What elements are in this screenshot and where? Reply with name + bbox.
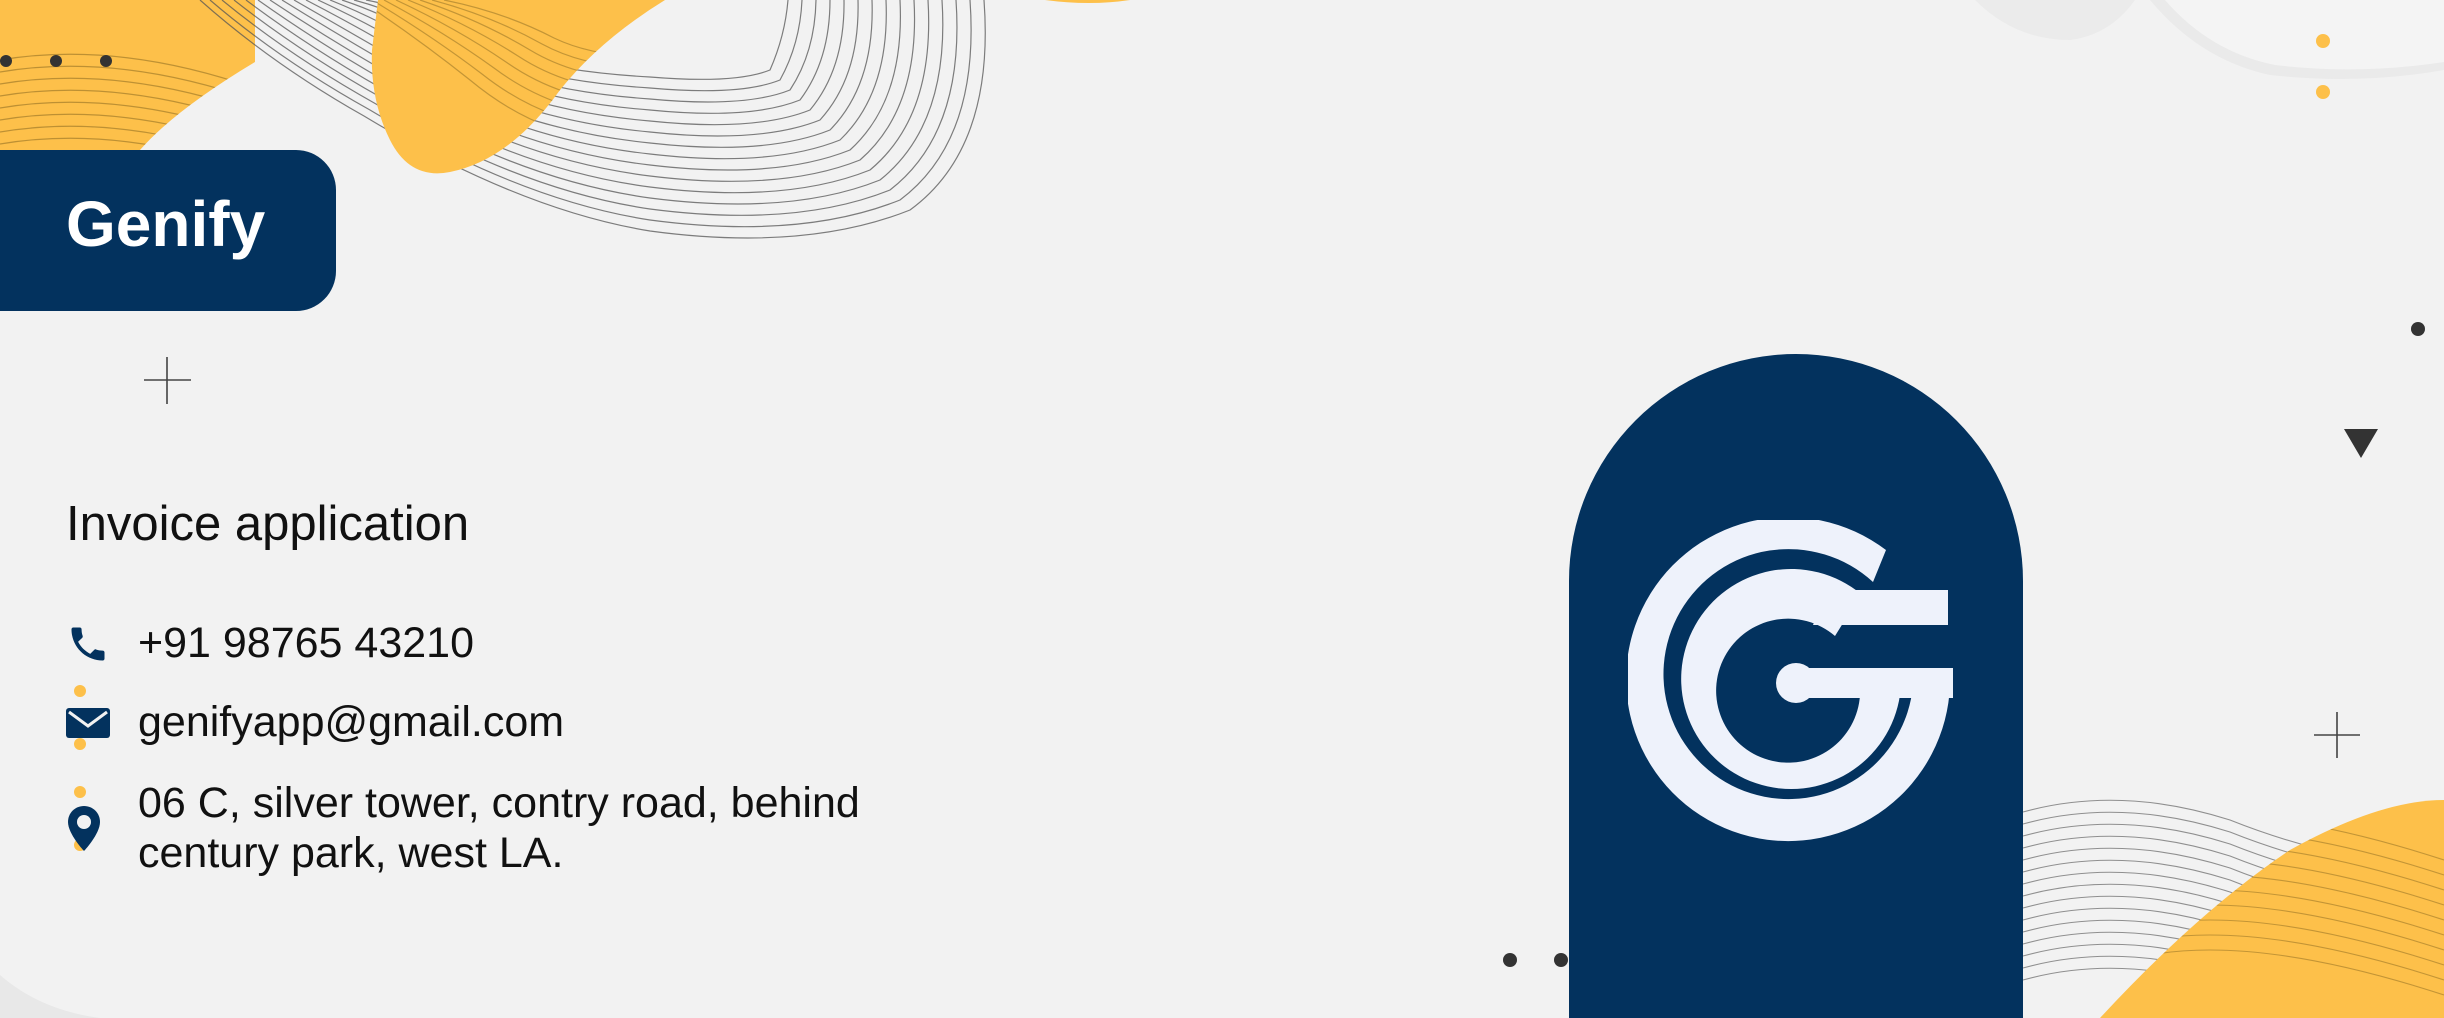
envelope-icon [66, 708, 110, 738]
plus-mark-left [144, 357, 191, 404]
phone-number: +91 98765 43210 [138, 619, 474, 667]
top-yellow-sliver [1045, 0, 1130, 3]
right-dot [2411, 322, 2425, 336]
bottom-left-soft-shape [0, 975, 100, 1018]
bottom-dots [1503, 953, 1568, 967]
page-subtitle: Invoice application [66, 497, 470, 551]
phone-icon [71, 627, 105, 661]
top-middle-yellow-blob [371, 0, 665, 174]
email-address: genifyapp@gmail.com [138, 698, 565, 746]
top-left-yellow-blob [0, 0, 255, 150]
brand-name: Genify [66, 188, 266, 260]
bottom-right-yellow-blob [2100, 800, 2444, 1018]
map-pin-icon [68, 806, 100, 851]
plus-mark-right [2314, 712, 2360, 758]
address-line-2: century park, west LA. [138, 829, 564, 877]
triangle-shape [2344, 429, 2378, 458]
business-card-page: Genify Invoice application +91 98765 432… [0, 0, 2444, 1018]
address-line-1: 06 C, silver tower, contry road, behind [138, 779, 860, 827]
top-right-soft-shape [1975, 0, 2444, 79]
genify-g-logo [1628, 520, 1953, 842]
